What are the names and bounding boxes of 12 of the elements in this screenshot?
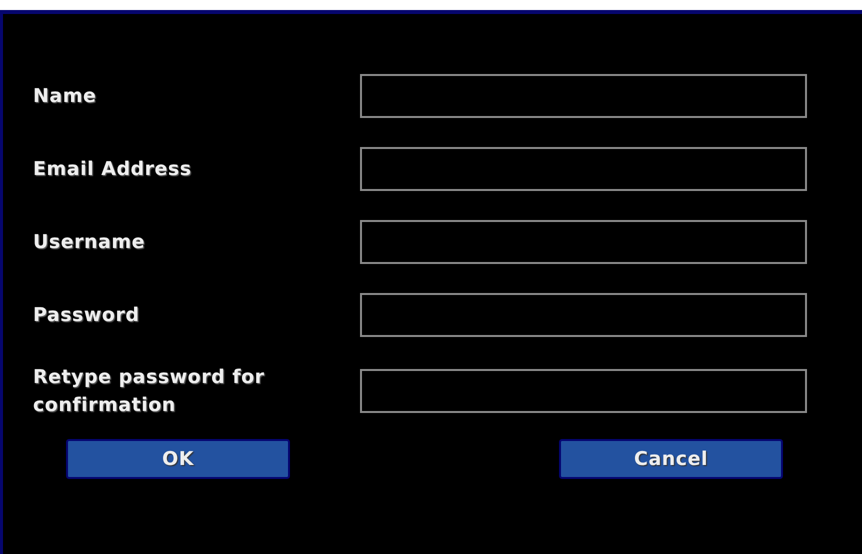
input-field[interactable] <box>360 293 807 337</box>
input-field[interactable] <box>360 220 807 264</box>
field-label: Password <box>33 303 140 328</box>
field-label: Name <box>33 84 98 109</box>
input-field[interactable] <box>360 74 807 118</box>
input-field[interactable] <box>360 147 807 191</box>
ok-button[interactable]: OK <box>66 439 290 479</box>
input-field[interactable] <box>360 369 807 413</box>
field-label: Retype password for confirmation <box>33 365 266 418</box>
field-label: Email Address <box>33 157 193 182</box>
cancel-button[interactable]: Cancel <box>559 439 783 479</box>
field-label: Username <box>33 230 146 255</box>
